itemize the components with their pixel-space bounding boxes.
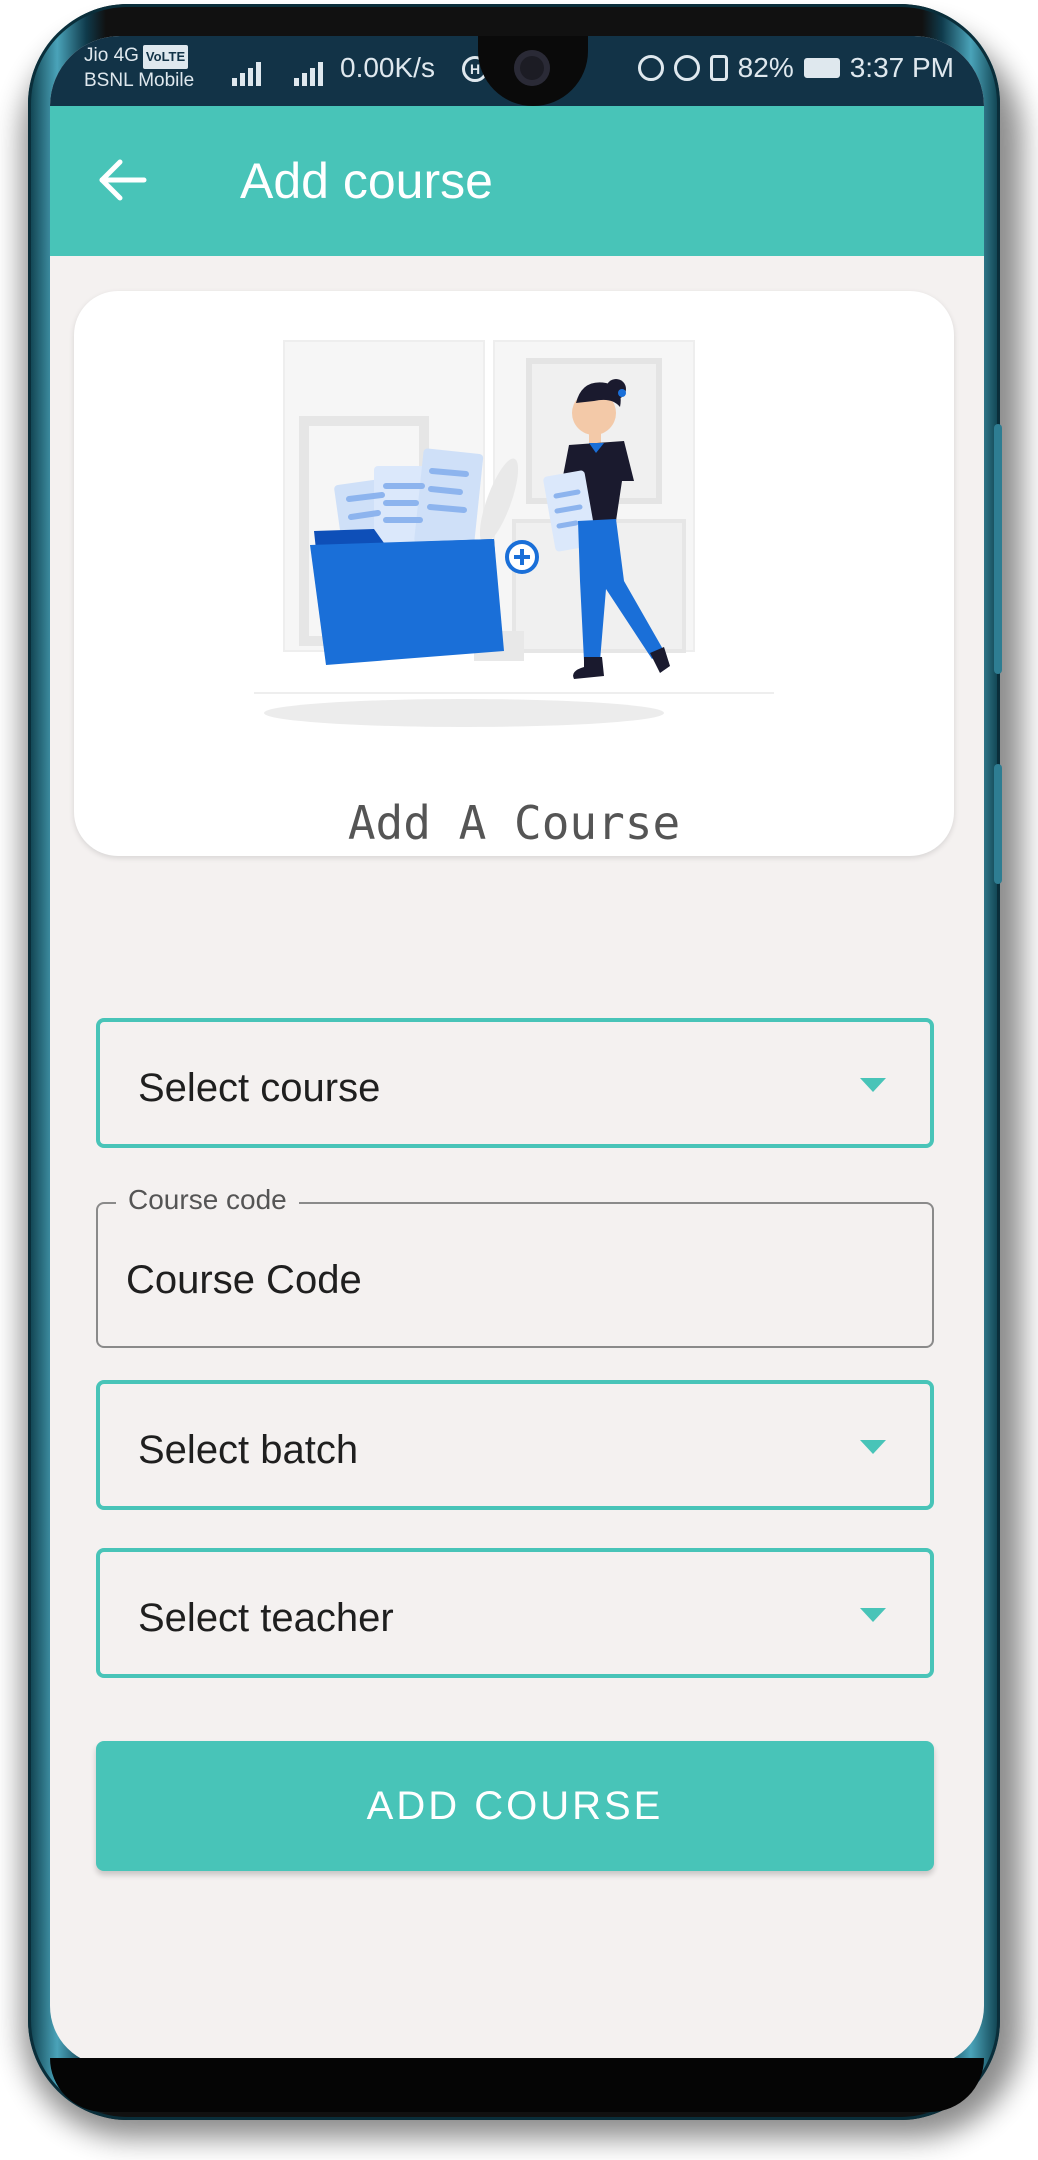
- eye-comfort-icon: [637, 55, 664, 81]
- course-dropdown-value: Select course: [138, 1066, 381, 1110]
- bottom-bezel: [50, 2058, 984, 2112]
- clock: 3:37 PM: [849, 52, 954, 83]
- batch-dropdown[interactable]: Select batch: [96, 1380, 934, 1510]
- data-speed: 0.00K/s: [340, 52, 435, 83]
- volte-badge: VoLTE: [142, 45, 189, 69]
- teacher-dropdown-value: Select teacher: [138, 1596, 394, 1640]
- battery-percent: 82%: [737, 52, 794, 83]
- course-code-value: Course Code: [126, 1258, 362, 1302]
- course-dropdown[interactable]: Select course: [96, 1018, 934, 1148]
- card-caption: Add A Course: [347, 796, 681, 850]
- add-course-illustration: [254, 340, 774, 727]
- carrier-info: Jio 4G VoLTE BSNL Mobile: [84, 44, 194, 93]
- status-icons: 82% 3:37 PM: [637, 52, 954, 84]
- vibrate-icon: [709, 55, 728, 81]
- teacher-dropdown[interactable]: Select teacher: [96, 1548, 934, 1678]
- signal-icon: [232, 56, 261, 86]
- batch-dropdown-value: Select batch: [138, 1428, 359, 1472]
- power-button: [994, 764, 1002, 884]
- signal-2-icon: [294, 56, 323, 86]
- volume-button: [994, 424, 1002, 674]
- carrier-name-2: BSNL Mobile: [84, 70, 195, 91]
- battery-icon: [803, 58, 840, 78]
- carrier-name-1: Jio 4G: [84, 45, 139, 66]
- chevron-down-icon: [860, 1440, 886, 1454]
- arrow-left-icon[interactable]: [94, 152, 150, 208]
- alarm-icon: [673, 55, 700, 81]
- front-camera: [514, 50, 550, 86]
- add-course-button[interactable]: ADD COURSE: [96, 1741, 934, 1871]
- camera-notch: [478, 36, 588, 106]
- screen: Jio 4G VoLTE BSNL Mobile 0.00K/s H 82% 3:…: [50, 36, 984, 2066]
- page-title: Add course: [240, 153, 493, 209]
- chevron-down-icon: [860, 1078, 886, 1092]
- status-bar: Jio 4G VoLTE BSNL Mobile 0.00K/s H 82% 3:…: [50, 36, 984, 106]
- course-code-field[interactable]: Course code Course Code: [96, 1184, 934, 1348]
- header-card: Add A Course: [74, 291, 954, 856]
- course-code-label: Course code: [116, 1184, 299, 1216]
- chevron-down-icon: [860, 1608, 886, 1622]
- app-bar: Add course: [50, 106, 984, 256]
